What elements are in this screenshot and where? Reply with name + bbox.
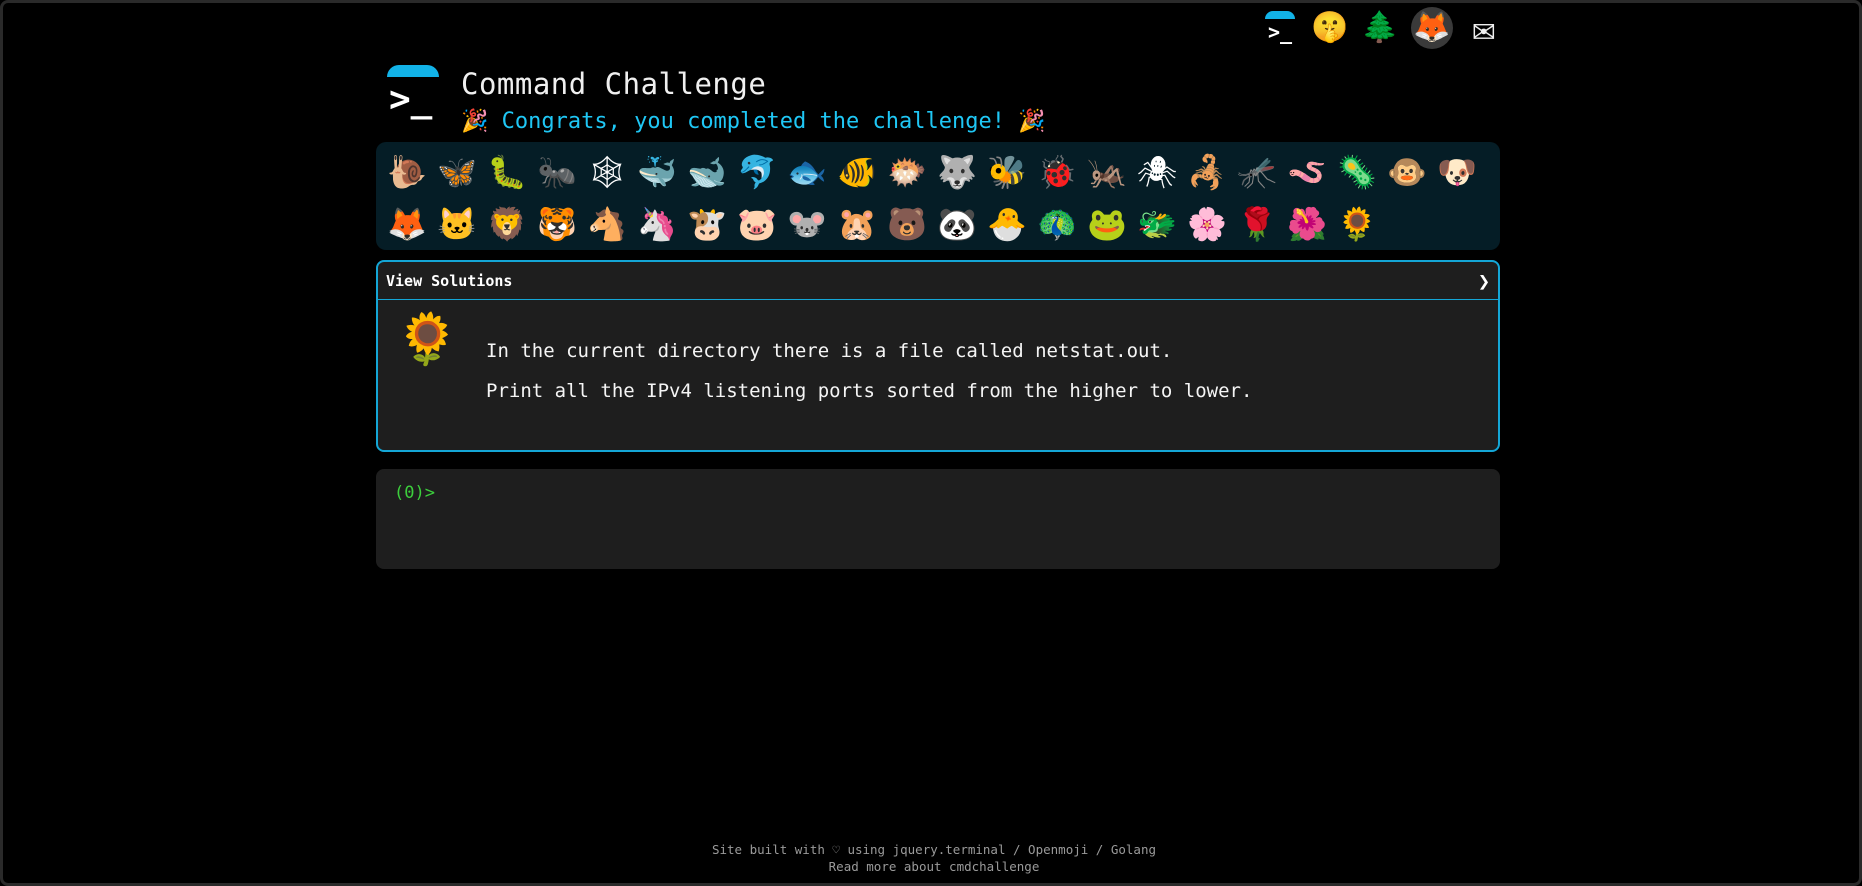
challenge-description: In the current directory there is a file… — [486, 340, 1252, 420]
emoji-collection: 🐌 🦋 🐛 🐜 🕸 🐳 🐋 🐬 🐟 🐠 🐡 🐺 🐝 🐞 🦗 🕷 🦂 🦟 🪱 🦠 🐵 🐶 🦊 🐱 🦁 🐯 🐴 🦄 🐮 🐷 🐭 🐹 🐻 🐼 🐣 🦚 🐸 🐲 🌸 🌹… — [376, 142, 1500, 250]
browser-frame: >_ 🤫 🌲 🦊 ✉ >_ Command Challenge 🎉 Congra… — [0, 0, 1862, 886]
collected-emoji-icon: 🐲 — [1137, 205, 1177, 243]
collected-emoji-icon: 🐭 — [787, 205, 827, 243]
collected-emoji-icon: 🌸 — [1187, 205, 1227, 243]
collected-emoji-icon: 🐻 — [887, 205, 927, 243]
collected-emoji-icon: 🦊 — [387, 205, 427, 243]
page-title: Command Challenge — [461, 67, 767, 101]
top-nav: >_ 🤫 🌲 🦊 ✉ — [1261, 7, 1503, 49]
shush-face-icon[interactable]: 🤫 — [1311, 9, 1349, 47]
collected-emoji-icon: 🐴 — [587, 205, 627, 243]
collected-emoji-icon: 🐹 — [837, 205, 877, 243]
sunflower-icon: 🌻 — [396, 310, 459, 368]
collected-emoji-icon: 🦋 — [437, 153, 477, 191]
collected-emoji-icon: 🐶 — [1437, 153, 1477, 191]
collected-emoji-icon: 🐱 — [437, 205, 477, 243]
chevron-right-icon[interactable]: ❯ — [1478, 269, 1490, 293]
terminal-logo-icon[interactable]: >_ — [385, 63, 441, 123]
collected-emoji-icon: 🕷 — [1136, 153, 1178, 191]
collected-emoji-icon: 🦄 — [637, 205, 677, 243]
collected-emoji-icon: 🦟 — [1237, 153, 1277, 191]
collected-emoji-icon: 🌹 — [1237, 205, 1277, 243]
gitlab-icon[interactable]: 🦊 — [1411, 7, 1453, 49]
collected-emoji-icon: 🐵 — [1387, 153, 1427, 191]
collected-emoji-icon: 🐠 — [837, 153, 877, 191]
congrats-message: 🎉 Congrats, you completed the challenge!… — [461, 109, 1046, 134]
collected-emoji-icon: 🦠 — [1337, 153, 1377, 191]
collected-emoji-icon: 🐮 — [687, 205, 727, 243]
collected-emoji-icon: 🐷 — [737, 205, 777, 243]
about-link[interactable]: Read more about cmdchallenge — [829, 859, 1040, 874]
collected-emoji-icon: 🦂 — [1187, 153, 1227, 191]
collected-emoji-icon: 🐜 — [537, 153, 577, 191]
terminal-icon[interactable]: >_ — [1261, 9, 1299, 47]
collected-emoji-icon: 🐳 — [637, 153, 677, 191]
collected-emoji-icon: 🐬 — [737, 153, 777, 191]
terminal-input[interactable]: (0)> — [376, 469, 1500, 569]
collected-emoji-icon: 🐋 — [687, 153, 727, 191]
collected-emoji-icon: 🐼 — [937, 205, 977, 243]
collected-emoji-icon: 🕸 — [586, 153, 628, 191]
collected-emoji-icon: 🐺 — [937, 153, 977, 191]
collected-emoji-icon: 🐞 — [1037, 153, 1077, 191]
collected-emoji-icon: 🐯 — [537, 205, 577, 243]
challenge-line-1: In the current directory there is a file… — [486, 340, 1173, 362]
mail-icon[interactable]: ✉ — [1465, 9, 1503, 47]
challenge-panel: View Solutions ❯ 🌻 In the current direct… — [376, 260, 1500, 452]
collected-emoji-icon: 🐡 — [887, 153, 927, 191]
collected-emoji-icon: 🐣 — [987, 205, 1027, 243]
footer-credits: Site built with ♡ using jquery.terminal … — [711, 842, 1156, 857]
terminal-prompt: (0)> — [394, 483, 435, 503]
collected-emoji-icon: 🪱 — [1287, 153, 1327, 191]
collected-emoji-icon: 🐛 — [487, 153, 527, 191]
collected-emoji-icon: 🌺 — [1287, 205, 1327, 243]
collected-emoji-icon: 🐸 — [1087, 205, 1127, 243]
collected-emoji-icon: 🐝 — [987, 153, 1027, 191]
view-solutions-toggle[interactable]: View Solutions ❯ — [378, 262, 1498, 300]
footer: Site built with ♡ using jquery.terminal … — [3, 841, 1862, 875]
challenge-line-2: Print all the IPv4 listening ports sorte… — [486, 380, 1253, 402]
tree-icon[interactable]: 🌲 — [1361, 9, 1399, 47]
collected-emoji-icon: 🦗 — [1087, 153, 1127, 191]
view-solutions-label: View Solutions — [386, 271, 513, 290]
page-header: >_ Command Challenge 🎉 Congrats, you com… — [385, 63, 1046, 134]
collected-emoji-icon: 🌻 — [1337, 205, 1377, 243]
collected-emoji-icon: 🐌 — [387, 153, 427, 191]
collected-emoji-icon: 🐟 — [787, 153, 827, 191]
collected-emoji-icon: 🦁 — [487, 205, 527, 243]
collected-emoji-icon: 🦚 — [1037, 205, 1077, 243]
